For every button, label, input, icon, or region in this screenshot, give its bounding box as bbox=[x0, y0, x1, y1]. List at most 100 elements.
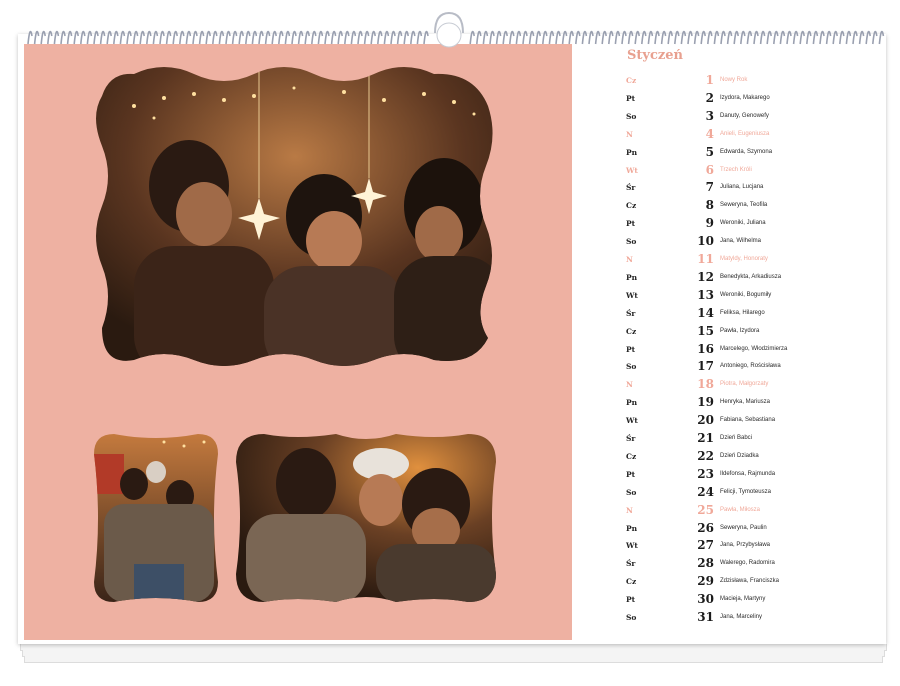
spiral-coil bbox=[786, 30, 792, 45]
spiral-coil bbox=[614, 30, 621, 45]
name-day-label: Jana, Przybysława bbox=[720, 542, 771, 549]
spiral-coil bbox=[588, 30, 594, 45]
spiral-coil bbox=[680, 30, 687, 45]
calendar-day-row: Śr 14 Feliksa, Hilarego bbox=[626, 306, 876, 323]
calendar-day-row: So 31 Jana, Marceliny bbox=[626, 610, 876, 627]
spiral-coil bbox=[40, 30, 46, 45]
calendar-day-row: N 25 Pawła, Miłosza bbox=[626, 503, 876, 520]
spiral-coil bbox=[396, 30, 403, 45]
day-number: 26 bbox=[697, 520, 714, 535]
calendar-day-row: Pn 26 Seweryna, Paulin bbox=[626, 521, 876, 538]
calendar-day-row: Wt 27 Jana, Przybysława bbox=[626, 538, 876, 555]
spiral-coil bbox=[185, 30, 192, 45]
spiral-coil bbox=[337, 30, 343, 45]
spiral-coil bbox=[773, 30, 779, 45]
spiral-coil bbox=[179, 30, 185, 45]
spiral-coil bbox=[528, 30, 535, 45]
day-number: 29 bbox=[697, 574, 714, 589]
spiral-coil bbox=[377, 30, 383, 45]
spiral-coil bbox=[66, 30, 73, 45]
spiral-coil bbox=[634, 30, 640, 45]
spiral-coil bbox=[469, 30, 475, 45]
spiral-coil bbox=[126, 30, 132, 45]
weekday-label: N bbox=[626, 255, 633, 264]
day-number: 28 bbox=[697, 556, 714, 571]
spiral-coil bbox=[33, 30, 40, 45]
spiral-coil bbox=[403, 30, 409, 45]
name-day-label: Pawła, Miłosza bbox=[720, 506, 761, 513]
family-photo-large bbox=[96, 67, 493, 366]
name-day-label: Seweryna, Teofila bbox=[720, 202, 768, 209]
day-number: 20 bbox=[697, 413, 714, 428]
spiral-coil bbox=[522, 30, 528, 45]
spiral-coil bbox=[647, 30, 654, 45]
calendar-day-row: Pt 16 Marcelego, Włodzimierza bbox=[626, 342, 876, 359]
spiral-coil bbox=[47, 30, 53, 45]
spiral-coil bbox=[27, 30, 33, 45]
weekday-label: Pt bbox=[626, 219, 636, 229]
calendar-day-row: Cz 15 Pawła, Izydora bbox=[626, 324, 876, 341]
spiral-coil bbox=[812, 30, 819, 45]
day-number: 11 bbox=[697, 252, 714, 266]
spiral-coil bbox=[245, 30, 251, 45]
spiral-coil bbox=[390, 30, 396, 45]
weekday-label: Śr bbox=[626, 434, 636, 443]
day-number: 18 bbox=[697, 377, 714, 392]
spiral-coil bbox=[726, 30, 733, 45]
calendar-day-row: Pt 23 Ildefonsa, Rajmunda bbox=[626, 467, 876, 484]
spiral-coil bbox=[667, 30, 673, 45]
spiral-coil bbox=[687, 30, 693, 45]
spiral-coil bbox=[542, 30, 548, 45]
spiral-coil bbox=[509, 30, 515, 45]
day-number: 30 bbox=[697, 592, 714, 607]
name-day-label: Macieja, Martyny bbox=[720, 596, 766, 603]
spiral-coil bbox=[172, 30, 178, 45]
spiral-coil bbox=[99, 30, 106, 45]
day-number: 8 bbox=[705, 198, 714, 213]
spiral-coil bbox=[495, 30, 502, 45]
day-number: 3 bbox=[705, 108, 714, 123]
name-day-label: Antoniego, Rościsława bbox=[720, 363, 781, 370]
spiral-coil bbox=[119, 30, 126, 45]
spiral-coil bbox=[707, 30, 713, 45]
spiral-coil bbox=[865, 30, 871, 45]
weekday-label: Pt bbox=[626, 344, 636, 354]
calendar-day-row: Wt 13 Weroniki, Bogumiły bbox=[626, 288, 876, 305]
spiral-coil bbox=[878, 30, 885, 45]
day-number: 7 bbox=[705, 180, 714, 195]
weekday-label: Śr bbox=[626, 183, 636, 193]
day-number: 10 bbox=[697, 234, 714, 249]
spiral-coil bbox=[674, 30, 680, 45]
day-number: 23 bbox=[697, 466, 714, 481]
calendar-day-row: Pn 19 Henryka, Mariusza bbox=[626, 395, 876, 412]
day-number: 6 bbox=[705, 162, 714, 177]
day-number: 27 bbox=[697, 538, 714, 553]
weekday-label: So bbox=[626, 362, 637, 372]
spiral-coil bbox=[594, 30, 601, 45]
weekday-label: Cz bbox=[626, 326, 637, 336]
spiral-coil bbox=[548, 30, 555, 45]
spiral-coil bbox=[660, 30, 667, 45]
spiral-coil bbox=[482, 30, 489, 45]
calendar-day-row: Cz 29 Zdzisława, Franciszka bbox=[626, 574, 876, 591]
spiral-coil bbox=[212, 30, 218, 45]
weekday-label: Pn bbox=[626, 147, 638, 157]
spiral-coil bbox=[330, 30, 337, 45]
name-day-label: Dzień Babci bbox=[720, 435, 753, 441]
weekday-label: Cz bbox=[626, 76, 637, 85]
spiral-coil bbox=[152, 30, 159, 45]
spiral-coil bbox=[363, 30, 370, 45]
spiral-coil bbox=[258, 30, 264, 45]
spiral-coil bbox=[561, 30, 568, 45]
day-number: 22 bbox=[697, 448, 714, 463]
calendar-day-row: So 3 Danuty, Genowefy bbox=[626, 109, 876, 126]
day-number: 12 bbox=[697, 269, 714, 284]
name-day-label: Edwarda, Szymona bbox=[720, 148, 773, 155]
day-number: 31 bbox=[697, 610, 714, 624]
spiral-coil bbox=[146, 30, 152, 45]
spiral-coil bbox=[832, 30, 838, 45]
day-number: 17 bbox=[697, 359, 714, 374]
day-number: 24 bbox=[697, 484, 714, 499]
spiral-coil bbox=[198, 30, 205, 45]
spiral-coil bbox=[575, 30, 581, 45]
